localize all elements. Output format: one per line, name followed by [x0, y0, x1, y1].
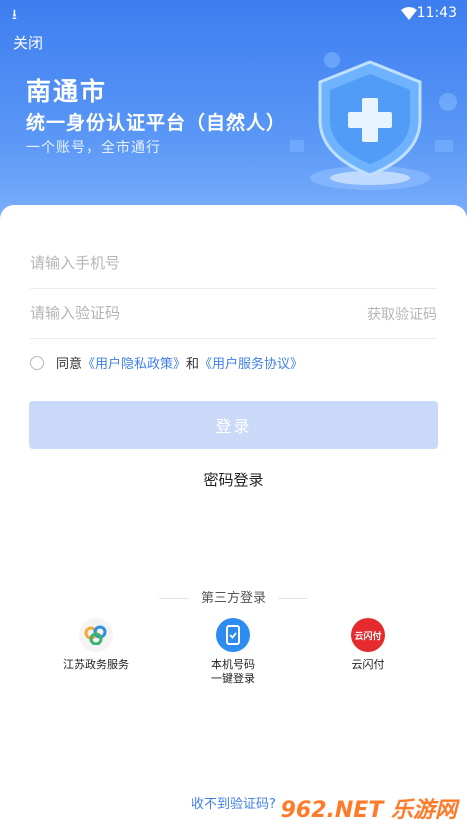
provider-unionpay[interactable]: 云闪付 云闪付	[308, 618, 428, 672]
agree-radio[interactable]	[30, 355, 44, 370]
code-input[interactable]	[30, 289, 330, 337]
agree-and-text: 和	[186, 357, 200, 372]
login-card: 获取验证码 同意 《用户隐私政策》 和 《用户服务协议》 登录 密码登录 第三方…	[0, 205, 467, 830]
divider	[278, 598, 308, 599]
status-bar: ⭳ 11:43	[0, 0, 467, 26]
phone-field	[30, 239, 437, 289]
agreement-row: 同意 《用户隐私政策》 和 《用户服务协议》	[30, 353, 303, 372]
status-time: 11:43	[416, 5, 457, 21]
service-agreement-link[interactable]: 《用户服务协议》	[199, 353, 303, 372]
code-field: 获取验证码	[30, 289, 437, 339]
download-icon: ⭳	[12, 7, 17, 23]
platform-title: 统一身份认证平台（自然人）	[26, 112, 287, 134]
divider	[158, 598, 189, 599]
provider-label: 江苏政务服务	[63, 658, 129, 671]
privacy-policy-link[interactable]: 《用户隐私政策》	[82, 353, 186, 372]
provider-phone-login[interactable]: 本机号码 一键登录	[173, 618, 293, 686]
slogan: 一个账号，全市通行	[26, 140, 161, 156]
watermark: 962.NET 乐游网	[280, 798, 457, 823]
unionpay-icon: 云闪付	[351, 618, 385, 652]
wifi-icon	[401, 5, 417, 24]
hero-banner: ⭳ 11:43 关闭 南通市 统一身份认证平台（自然人） 一个账号，全市通行	[0, 0, 467, 230]
agree-text: 同意	[56, 357, 83, 372]
provider-label: 云闪付	[351, 658, 385, 671]
get-code-button[interactable]: 获取验证码	[367, 304, 437, 324]
shield-illustration	[288, 50, 465, 204]
password-login-link[interactable]: 密码登录	[0, 469, 467, 490]
phone-input[interactable]	[30, 239, 330, 287]
login-button[interactable]: 登录	[29, 401, 438, 449]
provider-label: 本机号码 一键登录	[211, 658, 255, 685]
jiangsu-gov-icon	[79, 618, 113, 652]
close-button[interactable]: 关闭	[13, 32, 43, 53]
third-party-title-row: 第三方登录	[0, 587, 467, 606]
city-title: 南通市	[26, 77, 108, 106]
unionpay-icon-text: 云闪付	[354, 631, 382, 642]
phone-login-icon	[216, 618, 250, 652]
third-party-title: 第三方登录	[200, 591, 266, 606]
provider-jiangsu-gov[interactable]: 江苏政务服务	[36, 618, 156, 672]
